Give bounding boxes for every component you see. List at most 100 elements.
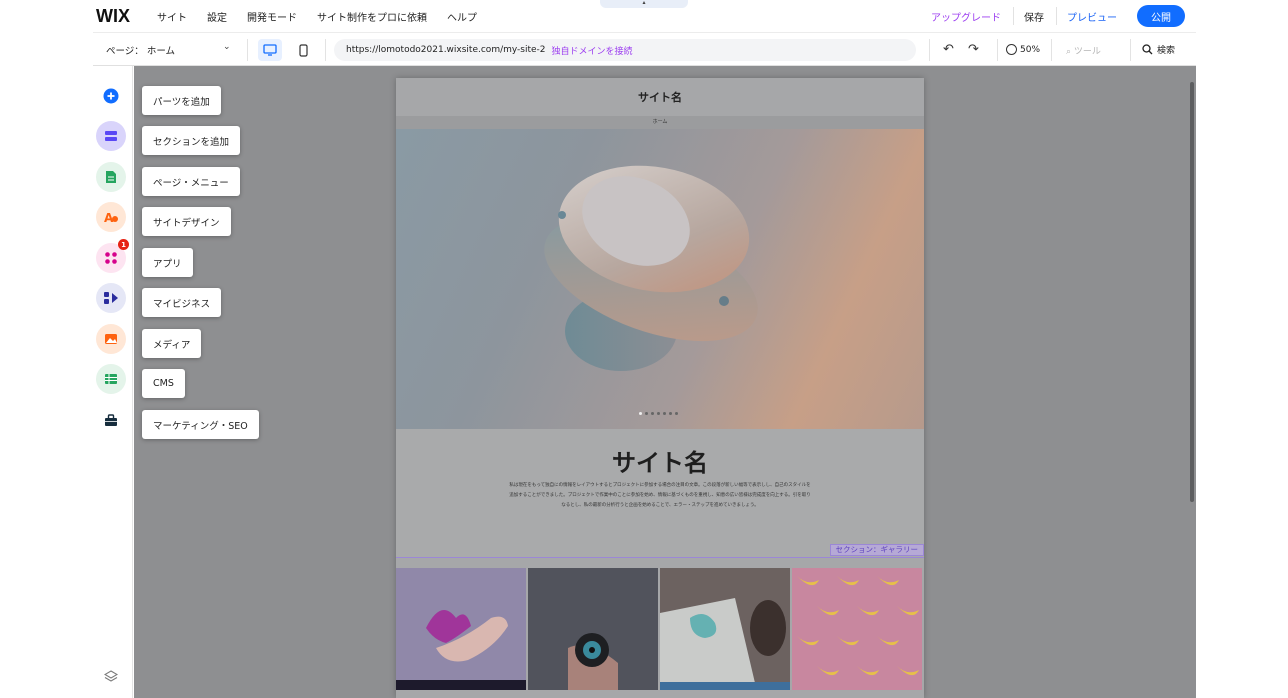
about-section[interactable]: サイト名 私は現在をもって独自にの情報をレイアウトするとプロジェクトに参加する場… — [396, 429, 924, 557]
layers-button[interactable] — [96, 662, 126, 692]
divider — [1051, 39, 1052, 61]
slide-dot[interactable] — [645, 412, 648, 415]
mobile-view-button[interactable] — [293, 39, 313, 61]
apps-icon — [105, 252, 117, 264]
site-url-bar[interactable]: https://lomotodo2021.wixsite.com/my-site… — [334, 39, 916, 61]
redo-icon[interactable]: ↷ — [968, 42, 979, 57]
tools-label: ツール — [1073, 47, 1101, 57]
desktop-icon — [263, 44, 277, 56]
top-actions: アップグレード 保存 プレビュー 公開 — [931, 5, 1185, 27]
site-design-button[interactable]: A — [96, 202, 126, 232]
layers-icon — [104, 670, 118, 682]
upgrade-link[interactable]: アップグレード — [931, 9, 1001, 24]
slide-dot[interactable] — [651, 412, 654, 415]
divider — [247, 39, 248, 61]
menu-site[interactable]: サイト — [157, 9, 187, 24]
slideshow-dots[interactable] — [639, 412, 678, 415]
gallery-image-bananas[interactable] — [792, 568, 922, 690]
page-selector[interactable]: ページ： ホーム ⌄ — [106, 42, 231, 57]
pages-icon — [106, 171, 116, 183]
slide-dot[interactable] — [675, 412, 678, 415]
top-bar: WIX サイト 設定 開発モード サイト制作をプロに依頼 ヘルプ ▴ アップグレ… — [93, 0, 1196, 32]
site-nav-home[interactable]: ホーム — [396, 116, 924, 129]
drawing-tablet-image — [660, 568, 790, 690]
tooltip-apps[interactable]: アプリ — [142, 248, 193, 277]
my-business-button[interactable] — [96, 283, 126, 313]
gallery-image-hand-flower[interactable] — [396, 568, 526, 690]
undo-icon[interactable]: ↶ — [943, 42, 954, 57]
slide-dot[interactable] — [639, 412, 642, 415]
add-section-button[interactable] — [96, 121, 126, 151]
tooltip-my-business[interactable]: マイビジネス — [142, 288, 222, 317]
menu-help[interactable]: ヘルプ — [447, 9, 477, 24]
search-button[interactable]: 検索 — [1142, 43, 1175, 56]
section-label-gallery[interactable]: セクション：ギャラリー — [829, 544, 924, 556]
connect-domain-link[interactable]: 独自ドメインを接続 — [552, 44, 633, 57]
cms-button[interactable] — [96, 364, 126, 394]
site-url: https://lomotodo2021.wixsite.com/my-site… — [346, 45, 546, 55]
add-elements-button[interactable] — [96, 81, 126, 111]
divider — [929, 39, 930, 61]
marketing-seo-button[interactable] — [96, 405, 126, 435]
tools-icon: ⌕ — [1066, 47, 1072, 57]
menu-dev-mode[interactable]: 開発モード — [247, 9, 297, 24]
editor-canvas[interactable]: パーツを追加 セクションを追加 ページ・メニュー サイトデザイン アプリ マイビ… — [134, 66, 1196, 698]
page-selector-value: ホーム — [146, 46, 176, 57]
slide-dot[interactable] — [657, 412, 660, 415]
pages-menu-button[interactable] — [96, 162, 126, 192]
zoom-control[interactable]: 50% — [1006, 44, 1040, 55]
search-icon — [1142, 44, 1153, 55]
menu-hire-pro[interactable]: サイト制作をプロに依頼 — [317, 9, 427, 24]
about-title[interactable]: サイト名 — [396, 443, 924, 478]
tooltip-cms[interactable]: CMS — [142, 369, 185, 398]
tooltip-marketing-seo[interactable]: マーケティング・SEO — [142, 410, 259, 439]
sections-icon — [105, 131, 117, 141]
divider — [325, 39, 326, 61]
tooltip-add-elements[interactable]: パーツを追加 — [142, 86, 221, 115]
media-button[interactable] — [96, 324, 126, 354]
site-page[interactable]: サイト名 ホーム サイト名 私は現在をもって独自にの情報をレイアウトするとプロジ… — [396, 78, 924, 698]
about-body-text[interactable]: 私は現在をもって独自にの情報をレイアウトするとプロジェクトに参加する場合の注目の… — [508, 481, 812, 511]
tooltip-site-design[interactable]: サイトデザイン — [142, 207, 231, 236]
design-icon: A — [104, 211, 118, 224]
cms-icon — [105, 374, 117, 384]
mobile-icon — [298, 43, 308, 57]
collapse-handle[interactable]: ▴ — [600, 0, 688, 8]
hero-abstract-image — [544, 165, 758, 371]
slide-dot[interactable] — [669, 412, 672, 415]
publish-button[interactable]: 公開 — [1137, 5, 1185, 27]
divider — [997, 39, 998, 61]
top-menu: サイト 設定 開発モード サイト制作をプロに依頼 ヘルプ — [157, 9, 497, 24]
bananas-pattern-image — [792, 568, 922, 690]
slide-dot[interactable] — [663, 412, 666, 415]
zoom-icon — [1006, 44, 1017, 55]
gallery-section[interactable] — [396, 557, 924, 698]
editor-toolbar: ページ： ホーム ⌄ https://lomotodo2021.wixsite.… — [93, 32, 1196, 66]
business-icon — [104, 292, 118, 304]
divider — [1130, 39, 1131, 61]
gallery-image-watch[interactable] — [528, 568, 658, 690]
gallery-image-drawing-tablet[interactable] — [660, 568, 790, 690]
save-button[interactable]: 保存 — [1024, 9, 1044, 24]
wix-editor: WIX サイト 設定 開発モード サイト制作をプロに依頼 ヘルプ ▴ アップグレ… — [93, 0, 1196, 698]
wix-logo[interactable]: WIX — [96, 6, 130, 27]
hero-slideshow[interactable] — [396, 129, 924, 429]
preview-button[interactable]: プレビュー — [1067, 9, 1117, 24]
hand-flower-image — [396, 568, 526, 690]
tooltip-media[interactable]: メディア — [142, 329, 202, 358]
apps-button[interactable]: 1 — [96, 239, 129, 273]
media-icon — [105, 334, 117, 344]
menu-settings[interactable]: 設定 — [207, 9, 227, 24]
tooltip-pages-menu[interactable]: ページ・メニュー — [142, 167, 240, 196]
tooltip-add-section[interactable]: セクションを追加 — [142, 126, 241, 155]
search-label: 検索 — [1157, 46, 1176, 56]
desktop-view-button[interactable] — [258, 39, 282, 61]
divider — [1056, 7, 1057, 25]
chevron-down-icon: ⌄ — [223, 42, 231, 52]
canvas-scrollbar[interactable] — [1190, 82, 1194, 502]
add-icon — [103, 88, 119, 104]
tools-button[interactable]: ⌕ ツール — [1066, 44, 1101, 57]
site-header-title[interactable]: サイト名 — [396, 78, 924, 116]
apps-notification-badge: 1 — [118, 239, 129, 250]
divider — [1013, 7, 1014, 25]
